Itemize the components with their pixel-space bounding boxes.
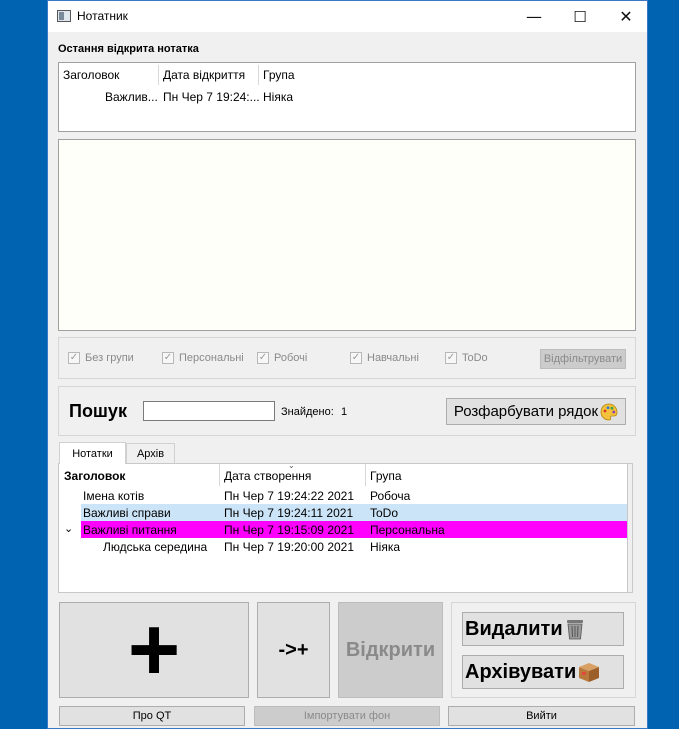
tab-archive[interactable]: Архів <box>126 443 175 463</box>
sort-indicator-icon: ⌄ <box>288 463 295 470</box>
minimize-button[interactable]: — <box>511 1 557 32</box>
checkbox-checked-icon: ✓ <box>68 352 80 364</box>
column-header-title[interactable]: Заголовок <box>63 68 119 82</box>
add-subnote-button[interactable]: ->+ <box>257 602 330 698</box>
tab-notes[interactable]: Нотатки <box>59 442 126 464</box>
filter-work[interactable]: ✓ Робочі <box>257 352 307 364</box>
delete-button[interactable]: Видалити <box>462 612 624 646</box>
checkbox-checked-icon: ✓ <box>162 352 174 364</box>
import-background-button[interactable]: Імпортувати фон <box>254 706 440 726</box>
table-row[interactable]: Людська середина Пн Чер 7 19:20:00 2021 … <box>59 538 629 555</box>
filter-panel: ✓ Без групи ✓ Персональні ✓ Робочі ✓ Нав… <box>58 337 636 379</box>
title-bar: Нотатник — ☐ ✕ <box>48 1 647 32</box>
filter-study[interactable]: ✓ Навчальні <box>350 352 419 364</box>
last-opened-title[interactable]: Важлив... <box>105 90 158 104</box>
search-input[interactable] <box>143 401 275 421</box>
exit-button[interactable]: Вийти <box>448 706 635 726</box>
table-row[interactable]: Важливі справи Пн Чер 7 19:24:11 2021 To… <box>81 504 629 521</box>
trash-icon <box>566 620 583 640</box>
notes-table[interactable]: Заголовок Дата створення ⌄ Група Імена к… <box>58 463 633 593</box>
column-header-group[interactable]: Група <box>263 68 295 82</box>
last-opened-group[interactable]: Ніяка <box>263 90 293 104</box>
scrollbar[interactable] <box>627 464 632 592</box>
expand-chevron-icon[interactable]: ⌄ <box>64 522 73 535</box>
palette-icon <box>600 403 618 420</box>
checkbox-checked-icon: ✓ <box>445 352 457 364</box>
table-row[interactable]: Важливі питання Пн Чер 7 19:15:09 2021 П… <box>81 521 629 538</box>
search-panel: Пошук Знайдено: 1 Розфарбувати рядок <box>58 386 636 436</box>
last-opened-table[interactable]: Заголовок Дата відкриття Група Важлив...… <box>58 62 636 132</box>
note-preview-area[interactable] <box>58 139 636 331</box>
found-count: 1 <box>341 406 348 418</box>
checkbox-checked-icon: ✓ <box>350 352 362 364</box>
maximize-button[interactable]: ☐ <box>557 1 603 32</box>
column-header-title[interactable]: Заголовок <box>64 469 125 483</box>
column-header-opened[interactable]: Дата відкриття <box>163 68 245 82</box>
manage-panel: Видалити Архівувати <box>451 602 636 698</box>
open-note-button[interactable]: Відкрити <box>338 602 443 698</box>
colorize-row-button[interactable]: Розфарбувати рядок <box>446 398 626 425</box>
about-qt-button[interactable]: Про QT <box>59 706 245 726</box>
close-button[interactable]: ✕ <box>603 1 649 32</box>
last-opened-label: Остання відкрита нотатка <box>58 43 199 55</box>
column-header-group[interactable]: Група <box>370 469 402 483</box>
archive-button[interactable]: Архівувати <box>462 655 624 689</box>
app-icon <box>57 10 71 22</box>
column-header-created[interactable]: Дата створення <box>224 469 311 483</box>
filter-button[interactable]: Відфільтрувати <box>540 349 626 369</box>
found-label: Знайдено: <box>281 406 334 418</box>
add-note-button[interactable]: + <box>59 602 249 698</box>
table-row[interactable]: Імена котів Пн Чер 7 19:24:22 2021 Робоч… <box>59 487 629 504</box>
last-opened-date[interactable]: Пн Чер 7 19:24:... <box>163 90 260 104</box>
main-window: Нотатник — ☐ ✕ Остання відкрита нотатка … <box>47 0 648 729</box>
checkbox-checked-icon: ✓ <box>257 352 269 364</box>
window-title: Нотатник <box>77 9 128 23</box>
filter-todo[interactable]: ✓ ToDo <box>445 352 488 364</box>
box-icon <box>579 663 600 682</box>
filter-personal[interactable]: ✓ Персональні <box>162 352 244 364</box>
filter-no-group[interactable]: ✓ Без групи <box>68 352 134 364</box>
search-label: Пошук <box>69 401 127 421</box>
